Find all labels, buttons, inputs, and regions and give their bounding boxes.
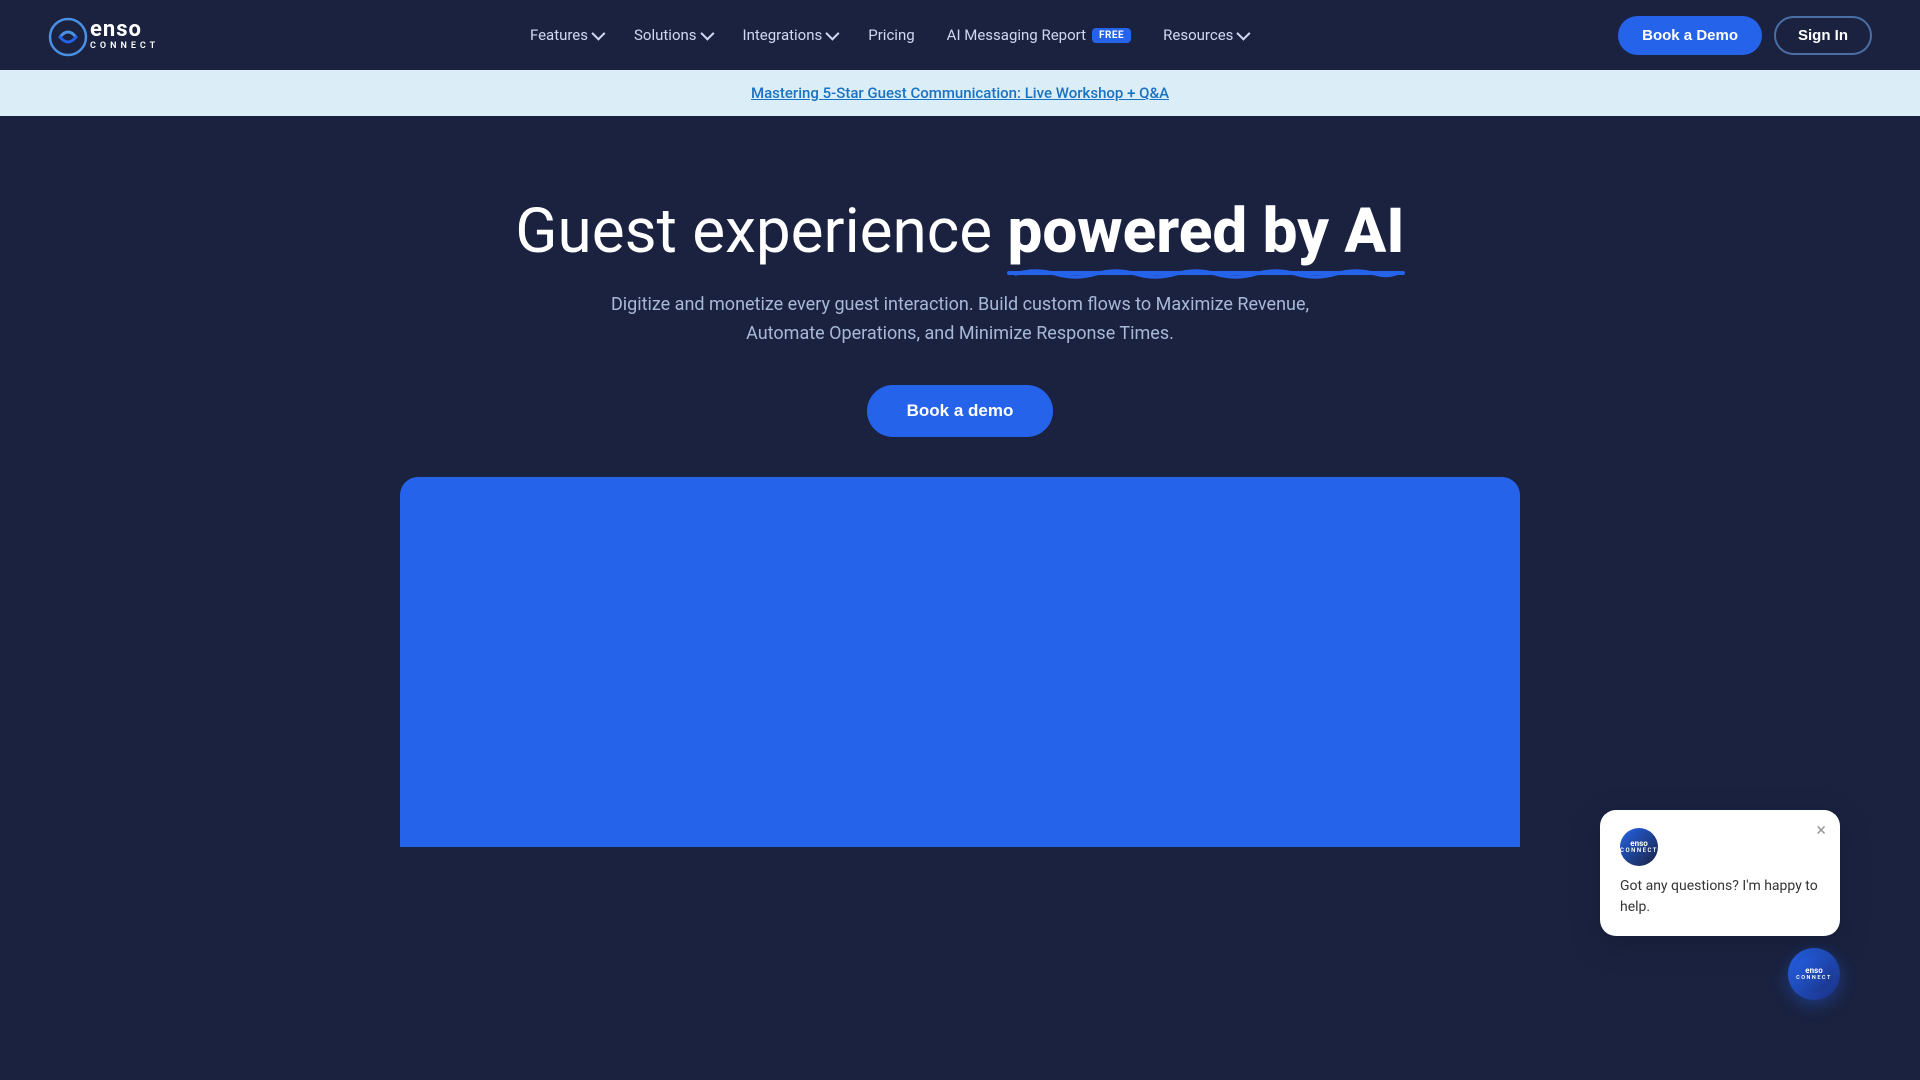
announcement-bar: Mastering 5-Star Guest Communication: Li…: [0, 70, 1920, 116]
hero-section: Guest experience powered by AI Digitize …: [0, 116, 1920, 907]
chevron-down-icon: [591, 27, 605, 41]
free-badge: FREE: [1092, 28, 1131, 43]
hero-title-bold: powered by AI: [1007, 196, 1404, 267]
nav-integrations[interactable]: Integrations: [731, 18, 849, 52]
nav-solutions[interactable]: Solutions: [622, 18, 723, 52]
chat-trigger-button[interactable]: enso CONNECT: [1788, 948, 1840, 1000]
announcement-link[interactable]: Mastering 5-Star Guest Communication: Li…: [751, 84, 1169, 102]
nav-features[interactable]: Features: [518, 18, 614, 52]
chevron-down-icon: [826, 27, 840, 41]
chevron-down-icon: [1237, 27, 1251, 41]
hero-cta-button[interactable]: Book a demo: [867, 385, 1054, 437]
hero-title: Guest experience powered by AI: [510, 196, 1410, 267]
chat-message: Got any questions? I'm happy to help.: [1620, 876, 1820, 918]
chat-avatar: enso CONNECT: [1620, 828, 1658, 866]
hero-subtitle: Digitize and monetize every guest intera…: [610, 291, 1310, 349]
nav-pricing[interactable]: Pricing: [856, 18, 926, 52]
nav-links: Features Solutions Integrations Pricing …: [518, 18, 1259, 52]
chat-widget: enso CONNECT × Got any questions? I'm ha…: [1600, 810, 1840, 1000]
chevron-down-icon: [700, 27, 714, 41]
logo[interactable]: enso CONNECT: [48, 17, 159, 53]
chat-bubble-header: enso CONNECT: [1620, 828, 1820, 866]
logo-enso-text: enso: [90, 19, 142, 41]
nav-resources[interactable]: Resources: [1151, 18, 1259, 52]
hero-title-start: Guest experience: [515, 195, 1007, 268]
chat-bubble: enso CONNECT × Got any questions? I'm ha…: [1600, 810, 1840, 936]
navbar: enso CONNECT Features Solutions Integrat…: [0, 0, 1920, 70]
product-preview-inner: [400, 477, 1520, 847]
nav-ai-report[interactable]: AI Messaging Report FREE: [935, 18, 1143, 52]
book-demo-button[interactable]: Book a Demo: [1618, 16, 1762, 55]
sign-in-button[interactable]: Sign In: [1774, 16, 1872, 55]
nav-actions: Book a Demo Sign In: [1618, 16, 1872, 55]
chat-close-button[interactable]: ×: [1816, 822, 1826, 840]
product-preview: [380, 477, 1540, 847]
logo-connect-text: CONNECT: [90, 42, 159, 51]
squiggle-icon: [1002, 267, 1409, 281]
